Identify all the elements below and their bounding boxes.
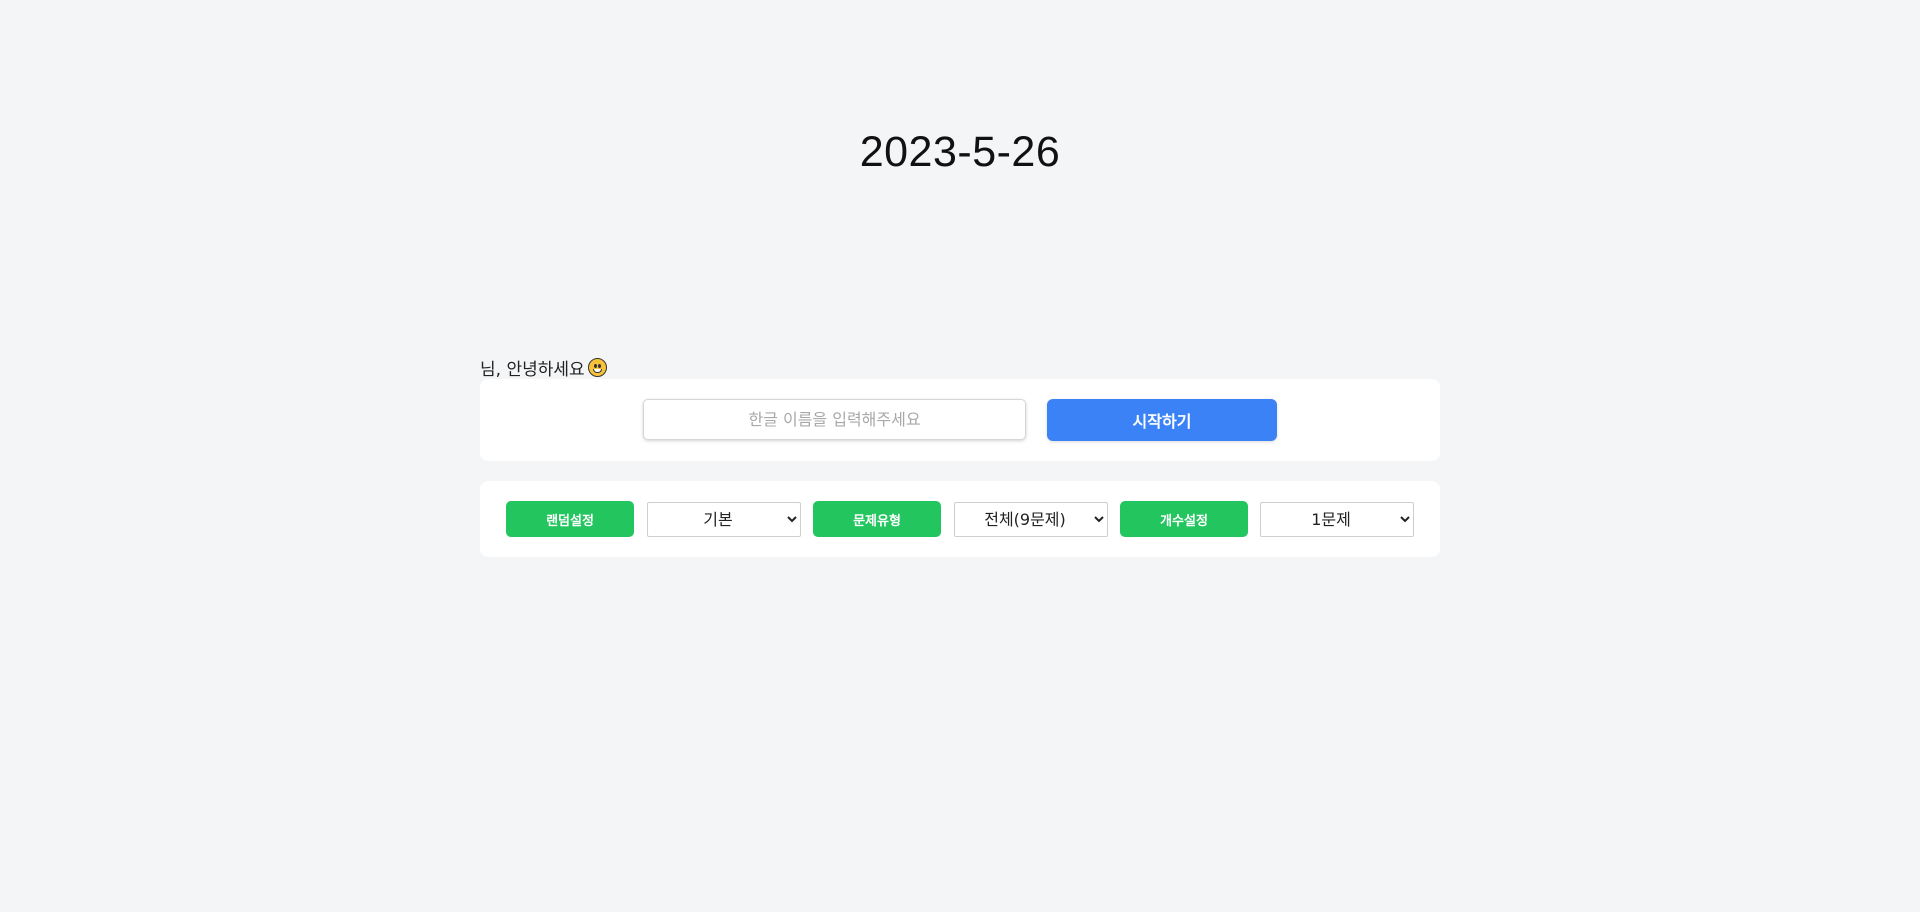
problem-type-select[interactable]: 전체(9문제): [954, 502, 1108, 537]
settings-card: 랜덤설정 기본 문제유형 전체(9문제) 개수설정 1문제: [480, 481, 1440, 557]
start-button[interactable]: 시작하기: [1047, 399, 1277, 441]
date-title: 2023-5-26: [859, 128, 1061, 176]
count-setting-select[interactable]: 1문제: [1260, 502, 1414, 537]
name-input[interactable]: [643, 399, 1026, 440]
count-setting-button[interactable]: 개수설정: [1120, 501, 1248, 537]
name-entry-card: 시작하기: [480, 379, 1440, 461]
random-setting-button[interactable]: 랜덤설정: [506, 501, 634, 537]
problem-type-button[interactable]: 문제유형: [813, 501, 941, 537]
page: 2023-5-26 님, 안녕하세요 시작하기 랜덤설정 기본 문제유형 전체(…: [0, 0, 1920, 912]
greeting-text: 님, 안녕하세요: [480, 360, 585, 380]
grinning-face-icon: [587, 358, 607, 377]
greeting: 님, 안녕하세요: [480, 355, 607, 380]
random-setting-select[interactable]: 기본: [647, 502, 801, 537]
